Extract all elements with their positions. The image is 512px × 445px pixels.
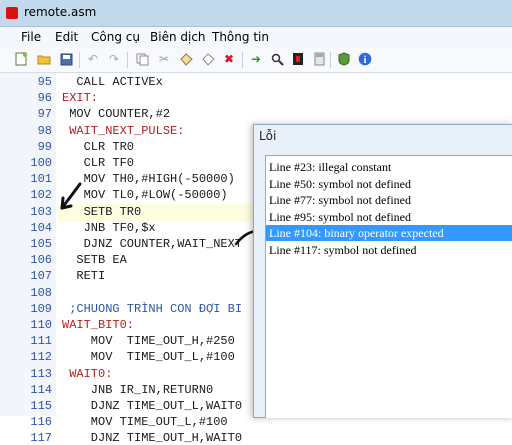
line-number: 110 (30, 318, 52, 332)
line-number: 111 (30, 334, 52, 349)
code-line: WAIT_NEXT_PULSE: (62, 123, 185, 138)
toolbar-separator (79, 52, 80, 68)
info-icon[interactable]: i (358, 52, 372, 66)
app-icon (6, 7, 18, 19)
code-line: DJNZ TIME_OUT_L,WAIT0 (62, 399, 243, 413)
delete-icon[interactable]: ✖ (222, 52, 236, 66)
clear-icon[interactable] (201, 52, 215, 66)
line-number: 103 (30, 204, 52, 219)
redo-icon[interactable]: ↷ (107, 52, 121, 66)
toolbar-separator (330, 52, 331, 68)
code-line: JNB IR_IN,RETURN0 (62, 382, 214, 397)
toolbar: ↶ ↷ ✂ ✖ ➜ i (0, 48, 512, 73)
error-dialog: Lỗi Line #23: illegal constant Line #50: … (253, 124, 512, 418)
chip-icon[interactable] (291, 52, 305, 66)
line-number: 100 (30, 156, 52, 170)
title-bar: remote.asm (0, 0, 512, 27)
code-line: CALL ACTIVEx (62, 75, 163, 89)
find-icon[interactable] (270, 52, 284, 66)
shield-icon[interactable] (337, 52, 351, 66)
cut-icon[interactable]: ✂ (157, 52, 171, 66)
annotation-arrow-left (60, 182, 82, 210)
code-line: EXIT: (62, 91, 99, 106)
code-line: DJNZ COUNTER,WAIT_NEXT (62, 237, 243, 251)
run-icon[interactable]: ➜ (249, 52, 263, 66)
paste-icon[interactable] (179, 52, 193, 66)
line-number: 105 (30, 237, 52, 251)
code-line: CLR TR0 (62, 139, 135, 154)
error-list-item[interactable]: Line #95: symbol not defined (266, 209, 512, 225)
line-number: 104 (30, 220, 52, 235)
code-line: SETB EA (62, 253, 127, 268)
error-list-item[interactable]: Line #50: symbol not defined (266, 176, 512, 192)
line-number: 101 (30, 172, 52, 187)
line-number: 114 (30, 382, 52, 397)
line-number: 109 (30, 301, 52, 316)
window-title: remote.asm (24, 5, 97, 19)
line-number: 102 (30, 188, 52, 203)
line-number: 115 (30, 399, 52, 413)
error-list-item[interactable]: Line #23: illegal constant (266, 159, 512, 175)
code-line: MOV COUNTER,#2 (62, 107, 171, 122)
line-number: 116 (30, 415, 52, 430)
line-number: 107 (30, 269, 52, 284)
code-line: DJNZ TIME_OUT_H,WAIT0 (62, 431, 243, 445)
line-number: 97 (37, 107, 52, 122)
code-line: MOV TL0,#LOW(-50000) (62, 188, 228, 203)
line-number: 117 (30, 431, 52, 445)
code-line: MOV TH0,#HIGH(-50000) (62, 172, 235, 187)
menu-tools[interactable]: Công cụ (91, 30, 140, 44)
error-list-item[interactable]: Line #104: binary operator expected (266, 225, 512, 242)
code-line: JNB TF0,$x (62, 220, 156, 235)
line-number: 106 (30, 253, 52, 268)
error-list-item[interactable]: Line #77: symbol not defined (266, 192, 512, 208)
code-line: MOV TIME_OUT_L,#100 (62, 350, 235, 365)
svg-text:i: i (364, 55, 367, 66)
line-number: 98 (37, 123, 52, 138)
line-number: 113 (30, 366, 52, 381)
menu-file[interactable]: File (21, 30, 41, 44)
code-line: MOV TIME_OUT_H,#250 (62, 334, 235, 349)
line-number: 99 (37, 139, 52, 154)
menu-bar: File Edit Công cụ Biên dịch Thông tin (0, 27, 512, 48)
code-line: RETI (62, 269, 106, 284)
toolbar-separator (242, 52, 243, 68)
error-dialog-title: Lỗi (259, 129, 277, 143)
code-line: MOV TIME_OUT_L,#100 (62, 415, 228, 430)
menu-edit[interactable]: Edit (55, 30, 78, 44)
undo-icon[interactable]: ↶ (86, 52, 100, 66)
line-number: 95 (37, 75, 52, 89)
save-icon[interactable] (59, 52, 73, 66)
line-number: 112 (30, 350, 52, 365)
code-line: WAIT_BIT0: (62, 318, 135, 332)
menu-compile[interactable]: Biên dịch (150, 30, 206, 44)
code-line: WAIT0: (62, 366, 113, 381)
menu-info[interactable]: Thông tin (212, 30, 269, 44)
error-list[interactable]: Line #23: illegal constant Line #50: symb… (265, 155, 512, 418)
open-folder-icon[interactable] (37, 52, 51, 66)
new-file-icon[interactable] (14, 52, 28, 66)
line-number: 96 (37, 91, 52, 106)
copy-icon[interactable] (135, 52, 149, 66)
line-number: 108 (30, 285, 52, 300)
calculator-icon[interactable] (312, 52, 326, 66)
code-line: ;CHUONG TRÌNH CON ĐỢI BI (62, 301, 243, 316)
code-line: CLR TF0 (62, 156, 135, 170)
toolbar-separator (127, 52, 128, 68)
error-list-item[interactable]: Line #117: symbol not defined (266, 242, 512, 258)
